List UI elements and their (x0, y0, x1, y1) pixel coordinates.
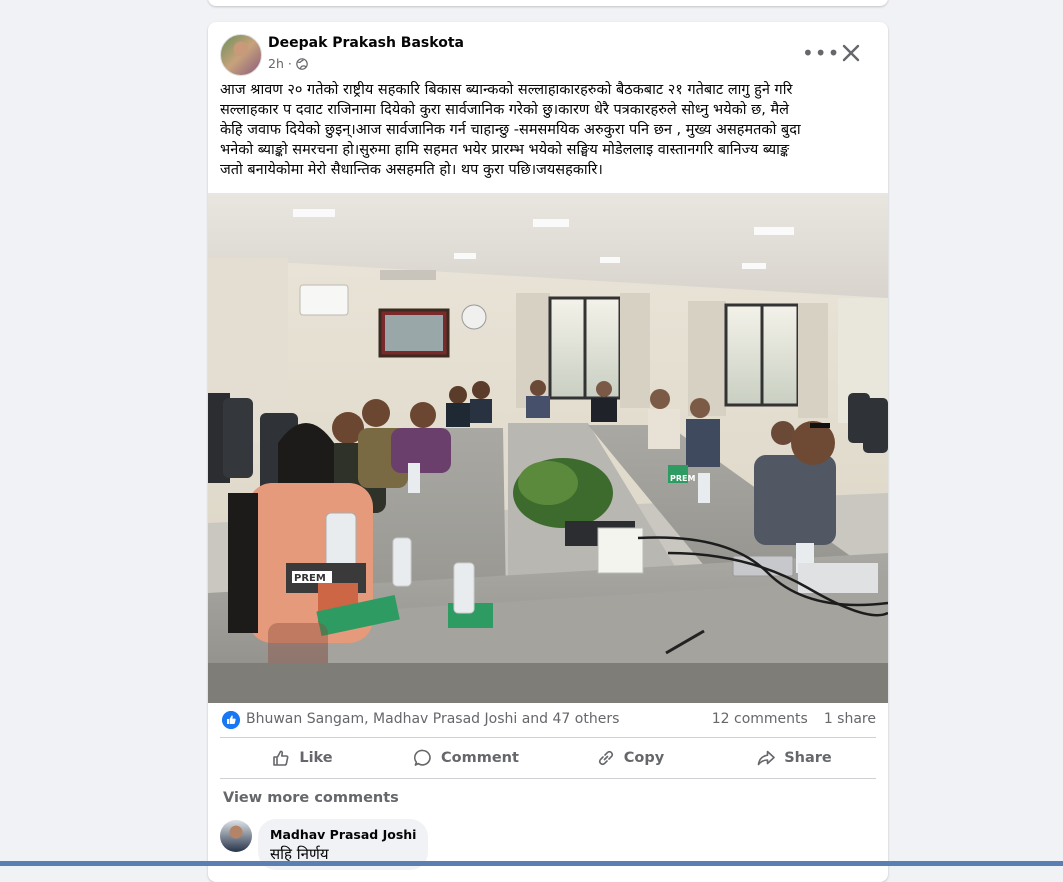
taskbar-edge (0, 861, 1063, 866)
copy-button[interactable]: Copy (548, 738, 712, 778)
post-text: आज श्रावण २० गतेको राष्ट्रीय सहकारि बिका… (220, 80, 870, 180)
engagement-counts: 12 comments 1 share (712, 711, 876, 727)
more-options-icon[interactable]: ••• (802, 43, 839, 66)
like-reaction-icon (222, 711, 240, 729)
view-more-comments-link[interactable]: View more comments (223, 790, 399, 806)
reactions-bar: Bhuwan Sangam, Madhav Prasad Joshi and 4… (220, 710, 876, 732)
comment-button[interactable]: Comment (384, 738, 548, 778)
commenter-name[interactable]: Madhav Prasad Joshi (270, 827, 416, 842)
post-text-line: आज श्रावण २० गतेको राष्ट्रीय सहकारि बिका… (220, 82, 793, 98)
comment-count[interactable]: 12 comments (712, 711, 808, 727)
post-text-line: जतो बनायेकोमा मेरो सैधान्तिक असहमति हो। … (220, 162, 603, 178)
reaction-names[interactable]: Bhuwan Sangam, Madhav Prasad Joshi and 4… (246, 711, 619, 727)
close-icon[interactable] (838, 40, 864, 66)
share-button[interactable]: Share (712, 738, 876, 778)
post-header: Deepak Prakash Baskota 2h · ••• (220, 34, 876, 76)
divider (220, 778, 876, 779)
post-text-line: केहि जवाफ दियेको छुइन्।आज सार्वजानिक गर्… (220, 122, 801, 138)
link-icon (598, 750, 613, 766)
action-bar: Like Comment Copy Share (220, 738, 876, 778)
thumbs-up-icon (273, 750, 289, 766)
author-name[interactable]: Deepak Prakash Baskota (268, 35, 464, 51)
like-button[interactable]: Like (220, 738, 384, 778)
author-avatar[interactable] (220, 34, 262, 76)
post-card: Deepak Prakash Baskota 2h · ••• आज श्राव… (208, 22, 888, 882)
comment-label: Comment (441, 750, 519, 766)
post-text-line: सल्लाहकार प दवाट राजिनामा दियेको कुरा सा… (220, 102, 790, 118)
meeting-room-photo: PREM PREM (208, 193, 888, 703)
previous-post-card (208, 0, 888, 6)
water-bottle-label: PREM (670, 474, 695, 483)
copy-label: Copy (623, 750, 665, 766)
share-label: Share (784, 750, 832, 766)
post-photo[interactable]: PREM PREM (208, 193, 888, 703)
commenter-avatar[interactable] (220, 820, 252, 852)
tissue-box-label: PREM (294, 573, 326, 584)
share-count[interactable]: 1 share (824, 711, 876, 727)
post-time[interactable]: 2h · (268, 56, 292, 71)
like-label: Like (299, 750, 333, 766)
post-text-line: भनेको ब्याङ्को समरचना हो।सुरुमा हामि सहम… (220, 142, 790, 158)
comment-icon (414, 749, 431, 766)
share-arrow-icon (757, 750, 776, 766)
post-meta: 2h · (268, 56, 308, 71)
globe-icon (296, 57, 308, 70)
